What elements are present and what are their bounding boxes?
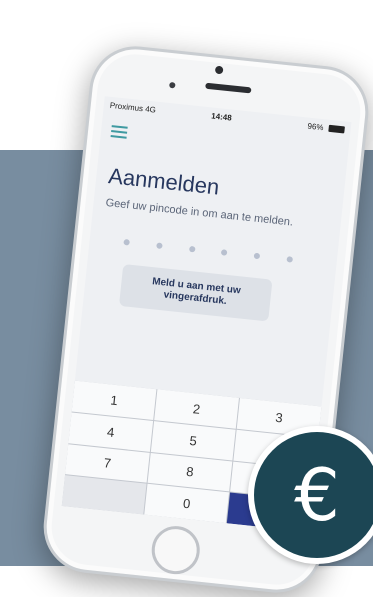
battery-icon [328, 125, 345, 134]
carrier-label: Proximus 4G [109, 100, 157, 115]
pin-dot [286, 256, 294, 263]
battery-percent: 96% [307, 121, 324, 133]
clock: 14:48 [210, 111, 233, 123]
front-camera [214, 65, 224, 75]
battery-indicator: 96% [307, 122, 345, 135]
fingerprint-login-button[interactable]: Meld u aan met uw vingerafdruk. [118, 264, 273, 322]
page-subtitle: Geef uw pincode in om aan te melden. [105, 196, 294, 229]
home-button[interactable] [149, 523, 203, 577]
pin-dot [221, 249, 228, 256]
pin-dot [155, 242, 163, 250]
pin-dot [253, 252, 261, 260]
euro-icon: € [294, 453, 340, 537]
status-bar: Proximus 4G 14:48 96% [103, 96, 352, 140]
menu-icon[interactable] [110, 125, 128, 139]
proximity-sensor [169, 81, 176, 89]
pin-indicator [123, 238, 294, 263]
euro-badge: € [248, 426, 373, 564]
pin-dot [188, 245, 196, 253]
earpiece-speaker [205, 82, 252, 94]
pin-dot [123, 238, 130, 246]
page-title: Aanmelden [107, 163, 221, 200]
